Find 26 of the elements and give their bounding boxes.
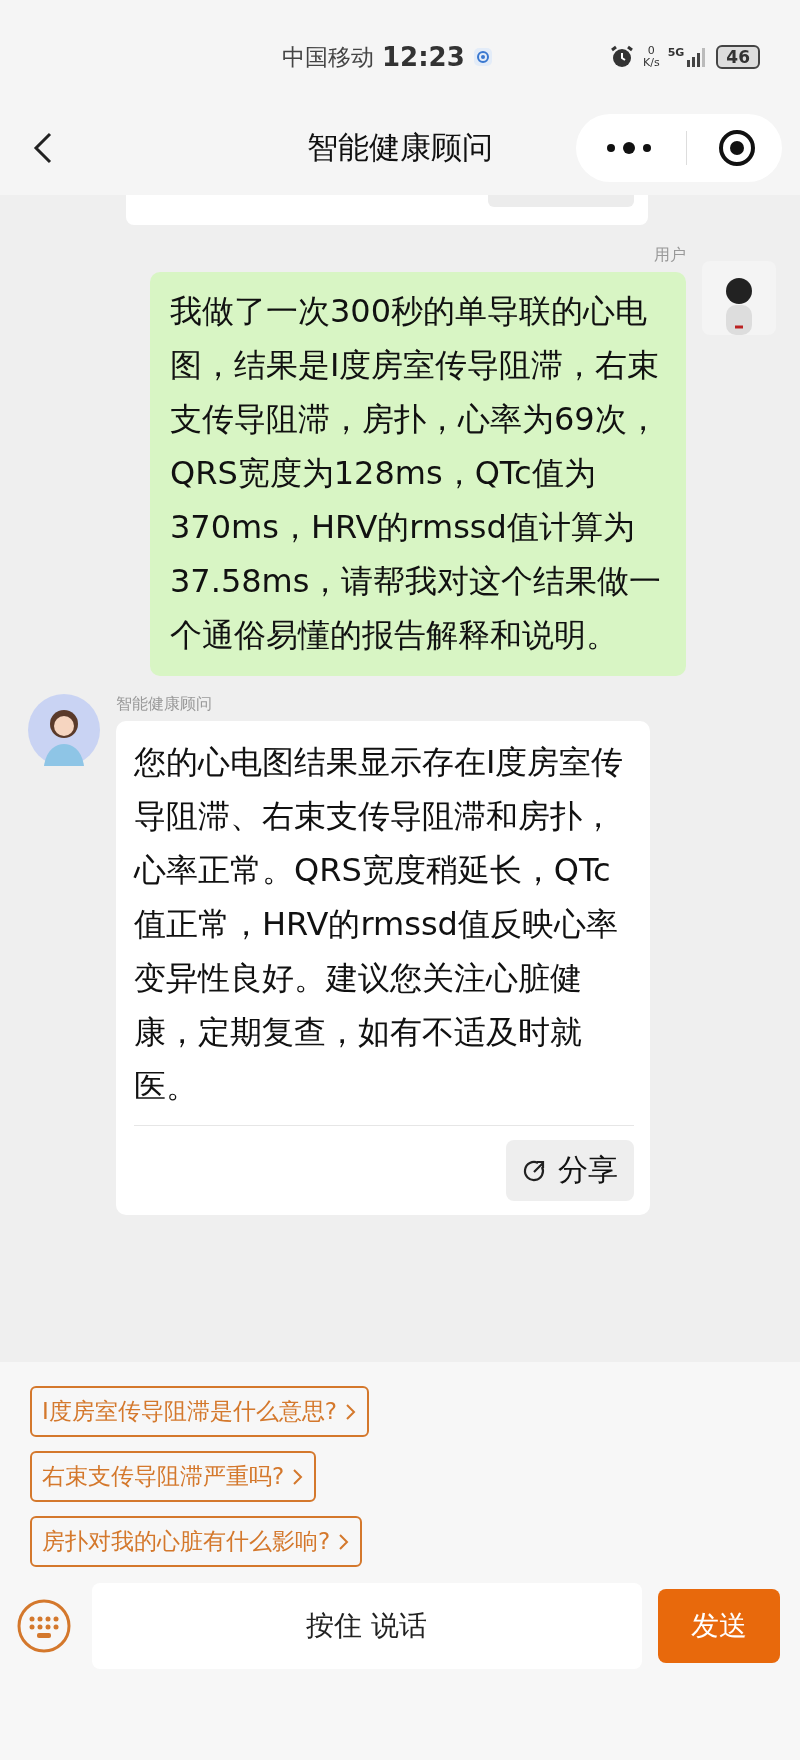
close-target-icon[interactable] bbox=[717, 127, 758, 168]
sender-name: 用户 bbox=[654, 245, 686, 266]
clock-time: 12:23 bbox=[382, 42, 465, 72]
alarm-icon bbox=[609, 44, 635, 70]
sender-name: 智能健康顾问 bbox=[116, 694, 213, 715]
suggestion-chip[interactable]: 房扑对我的心脏有什么影响? bbox=[30, 1516, 363, 1567]
avatar-icon bbox=[28, 694, 100, 766]
chevron-icon bbox=[345, 1401, 357, 1422]
location-icon bbox=[472, 47, 493, 67]
speed-value: 0 bbox=[647, 45, 655, 57]
keyboard-icon[interactable] bbox=[16, 1598, 72, 1654]
network-type: 5G bbox=[667, 45, 685, 59]
message-text: 我做了一次300秒的单导联的心电图，结果是I度房室传导阻滞，右束支传导阻滞，房扑，心率为69次，QRS宽度为128ms，QTc值为370ms，HRV的rmssd值计算为37.58ms，请帮我对这个结果做一个通俗易懂的报告解释和说明。 bbox=[170, 291, 663, 656]
chevron-icon bbox=[292, 1466, 305, 1487]
hold-to-talk-button[interactable]: 按住 说话 bbox=[92, 1583, 642, 1669]
chevron-icon bbox=[338, 1531, 351, 1552]
message-text: 您的心电图结果显示存在I度房室传导阻滞、右束支传导阻滞和房扑，心率正常。QRS宽度稍延长，QTc值正常，HRV的rmssd值反映心率变异性良好。建议您关注心脏健康，定期复查，如有不适及时就医。 bbox=[134, 742, 625, 1107]
suggestion-chip[interactable]: 右束支传导阻滞严重吗? bbox=[30, 1451, 317, 1502]
carrier-name: 中国移动 bbox=[282, 42, 374, 72]
send-button[interactable]: 发送 bbox=[657, 1589, 780, 1663]
page-title: 智能健康顾问 bbox=[306, 127, 494, 167]
share-button[interactable]: 分享 bbox=[506, 1140, 634, 1201]
suggestion-chip[interactable]: I度房室传导阻滞是什么意思? bbox=[30, 1386, 369, 1437]
battery-level: 46 bbox=[716, 45, 760, 69]
speed-unit: K/s bbox=[643, 57, 660, 69]
back-icon[interactable] bbox=[32, 130, 54, 165]
